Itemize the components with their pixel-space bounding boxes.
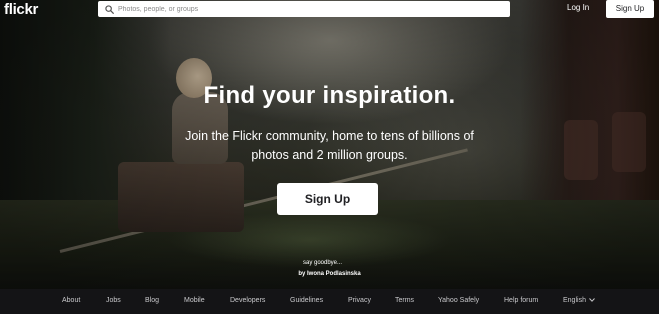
footer-link-developers[interactable]: Developers — [230, 297, 265, 304]
hero-subline: Join the Flickr community, home to tens … — [0, 127, 659, 165]
language-label: English — [563, 297, 586, 304]
top-navigation: flickr Log In Sign Up — [0, 0, 659, 20]
footer-link-guidelines[interactable]: Guidelines — [290, 297, 323, 304]
search-bar[interactable] — [98, 1, 510, 17]
flickr-logo[interactable]: flickr — [4, 1, 38, 18]
hero-subline-line-2: photos and 2 million groups. — [251, 148, 408, 162]
hero-subline-line-1: Join the Flickr community, home to tens … — [185, 129, 474, 143]
chevron-down-icon — [589, 298, 595, 303]
footer-link-yahoo-safely[interactable]: Yahoo Safely — [438, 297, 479, 304]
login-link[interactable]: Log In — [567, 3, 589, 12]
photo-author-link[interactable]: by Iwona Podlasinska — [0, 269, 659, 280]
photo-title-link[interactable]: say goodbye... — [0, 258, 659, 269]
footer-link-jobs[interactable]: Jobs — [106, 297, 121, 304]
photo-credit: say goodbye... by Iwona Podlasinska — [0, 258, 659, 280]
footer-link-blog[interactable]: Blog — [145, 297, 159, 304]
language-selector[interactable]: English — [563, 297, 595, 304]
search-icon[interactable] — [102, 1, 116, 17]
signup-button-hero[interactable]: Sign Up — [277, 183, 378, 215]
search-input[interactable] — [116, 2, 500, 16]
footer: About Jobs Blog Mobile Developers Guidel… — [0, 289, 659, 314]
hero-headline: Find your inspiration. — [203, 82, 456, 109]
signup-button-header[interactable]: Sign Up — [606, 0, 654, 18]
footer-link-about[interactable]: About — [62, 297, 80, 304]
footer-link-privacy[interactable]: Privacy — [348, 297, 371, 304]
footer-link-help-forum[interactable]: Help forum — [504, 297, 538, 304]
footer-link-terms[interactable]: Terms — [395, 297, 414, 304]
footer-link-mobile[interactable]: Mobile — [184, 297, 205, 304]
